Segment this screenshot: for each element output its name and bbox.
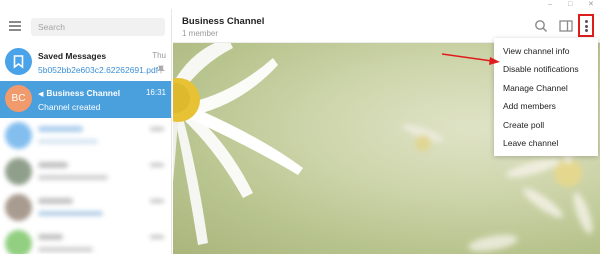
close-icon[interactable]: ✕ — [588, 1, 594, 8]
member-count: 1 member — [182, 29, 219, 38]
bookmark-icon — [5, 48, 32, 75]
chat-last-message: Channel created — [38, 102, 101, 112]
search-icon[interactable] — [533, 18, 549, 34]
blurred-chat-item — [0, 154, 171, 190]
menu-item-add-members[interactable]: Add members — [494, 97, 598, 115]
minimize-icon[interactable]: – — [548, 1, 552, 8]
maximize-icon[interactable]: □ — [568, 1, 572, 8]
chat-name: ◀ Business Channel — [38, 88, 121, 98]
blurred-chat-item — [0, 226, 171, 254]
hamburger-menu-icon[interactable] — [9, 21, 21, 31]
menu-item-view-channel-info[interactable]: View channel info — [494, 42, 598, 60]
menu-item-manage-channel[interactable]: Manage Channel — [494, 79, 598, 97]
megaphone-icon: ◀ — [38, 91, 44, 98]
chat-sidebar: Saved Messages 5b052bb2e603c2.62262691.p… — [0, 9, 172, 254]
more-vertical-icon — [584, 20, 588, 23]
search-input[interactable] — [31, 18, 165, 36]
avatar: BC — [5, 85, 32, 112]
sidebar-panel-icon[interactable] — [558, 18, 574, 34]
window-titlebar: – □ ✕ — [0, 0, 600, 9]
channel-options-menu: View channel info Disable notifications … — [494, 38, 598, 156]
more-options-button[interactable] — [578, 14, 594, 37]
sidebar-top — [0, 9, 171, 44]
chat-last-message: 5b052bb2e603c2.62262691.pdf — [38, 65, 159, 75]
blurred-chat-item — [0, 118, 171, 154]
chat-item-business-channel[interactable]: BC ◀ Business Channel Channel created 16:… — [0, 81, 171, 118]
menu-item-leave-channel[interactable]: Leave channel — [494, 134, 598, 152]
menu-item-create-poll[interactable]: Create poll — [494, 116, 598, 134]
chat-time: 16:31 — [145, 88, 166, 97]
chat-item-saved-messages[interactable]: Saved Messages 5b052bb2e603c2.62262691.p… — [0, 44, 171, 80]
blurred-chat-item — [0, 190, 171, 226]
channel-title[interactable]: Business Channel — [182, 16, 264, 27]
menu-item-disable-notifications[interactable]: Disable notifications — [494, 60, 598, 78]
pin-icon — [156, 65, 166, 76]
chat-name: Saved Messages — [38, 51, 107, 61]
chat-time: Thu — [152, 51, 166, 60]
